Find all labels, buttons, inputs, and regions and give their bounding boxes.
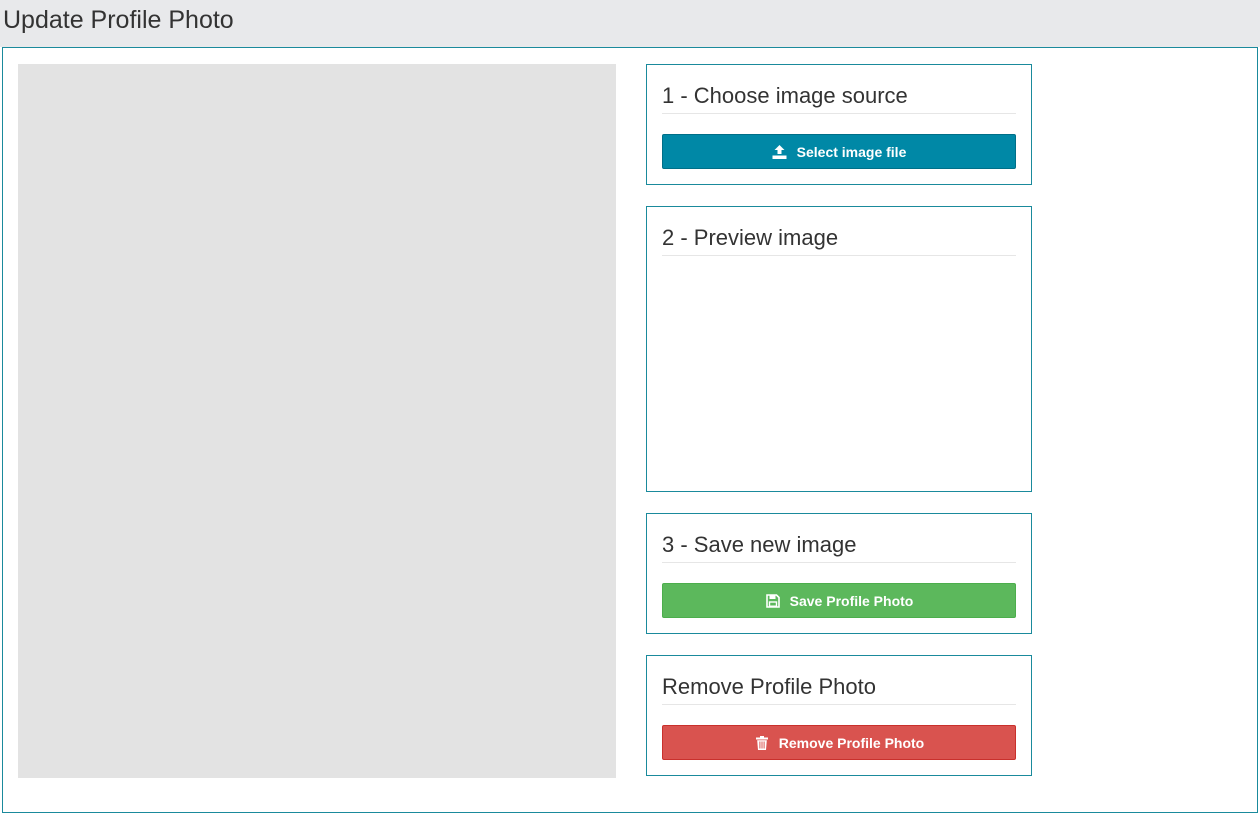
select-image-file-label: Select image file	[796, 143, 907, 160]
remove-profile-photo-button[interactable]: Remove Profile Photo	[662, 725, 1016, 760]
image-crop-area[interactable]	[18, 64, 616, 778]
remove-profile-photo-label: Remove Profile Photo	[778, 734, 925, 751]
save-profile-photo-label: Save Profile Photo	[789, 592, 914, 609]
select-image-file-button[interactable]: Select image file	[662, 134, 1016, 169]
choose-source-panel: 1 - Choose image source Select image fil…	[646, 64, 1032, 185]
save-heading: 3 - Save new image	[662, 531, 1016, 563]
preview-heading: 2 - Preview image	[662, 224, 1016, 256]
preview-panel: 2 - Preview image	[646, 206, 1032, 492]
save-panel: 3 - Save new image Save Profile Photo	[646, 513, 1032, 634]
upload-icon	[772, 144, 788, 160]
floppy-disk-icon	[765, 593, 781, 609]
remove-panel: Remove Profile Photo Remove Profile Phot…	[646, 655, 1032, 776]
page-header: Update Profile Photo	[0, 0, 1260, 47]
page-title: Update Profile Photo	[3, 6, 234, 34]
preview-image-area	[662, 259, 1016, 477]
trash-icon	[754, 735, 770, 751]
remove-heading: Remove Profile Photo	[662, 673, 1016, 705]
save-profile-photo-button[interactable]: Save Profile Photo	[662, 583, 1016, 618]
choose-source-heading: 1 - Choose image source	[662, 82, 1016, 114]
